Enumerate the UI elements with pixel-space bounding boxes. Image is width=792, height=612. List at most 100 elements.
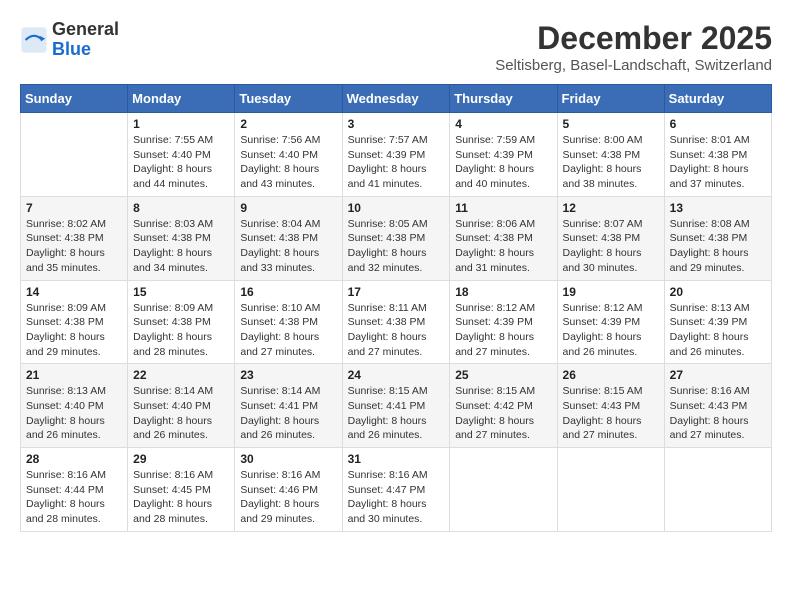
location-subtitle: Seltisberg, Basel-Landschaft, Switzerlan… xyxy=(495,57,772,74)
day-number: 24 xyxy=(348,368,445,382)
day-info: Sunrise: 8:13 AM Sunset: 4:40 PM Dayligh… xyxy=(26,384,122,443)
logo-blue: Blue xyxy=(52,39,91,59)
calendar-cell: 1 Sunrise: 7:55 AM Sunset: 4:40 PM Daylig… xyxy=(128,113,235,197)
calendar-cell: 17 Sunrise: 8:11 AM Sunset: 4:38 PM Dayli… xyxy=(342,280,450,364)
calendar-cell: 30 Sunrise: 8:16 AM Sunset: 4:46 PM Dayli… xyxy=(235,448,342,532)
day-number: 8 xyxy=(133,201,229,215)
day-info: Sunrise: 8:03 AM Sunset: 4:38 PM Dayligh… xyxy=(133,217,229,276)
day-info: Sunrise: 8:00 AM Sunset: 4:38 PM Dayligh… xyxy=(563,133,659,192)
calendar-week-4: 21 Sunrise: 8:13 AM Sunset: 4:40 PM Dayli… xyxy=(21,364,772,448)
day-number: 25 xyxy=(455,368,551,382)
day-info: Sunrise: 8:11 AM Sunset: 4:38 PM Dayligh… xyxy=(348,301,445,360)
day-info: Sunrise: 8:16 AM Sunset: 4:46 PM Dayligh… xyxy=(240,468,336,527)
weekday-header-wednesday: Wednesday xyxy=(342,85,450,113)
calendar-cell: 21 Sunrise: 8:13 AM Sunset: 4:40 PM Dayli… xyxy=(21,364,128,448)
logo-icon xyxy=(20,26,48,54)
calendar-cell xyxy=(664,448,771,532)
calendar-cell: 3Sunrise: 7:57 AM Sunset: 4:39 PM Daylig… xyxy=(342,113,450,197)
weekday-header-thursday: Thursday xyxy=(450,85,557,113)
day-number: 19 xyxy=(563,285,659,299)
calendar-cell xyxy=(21,113,128,197)
day-number: 6 xyxy=(670,117,766,131)
day-number: 22 xyxy=(133,368,229,382)
day-info: Sunrise: 8:05 AM Sunset: 4:38 PM Dayligh… xyxy=(348,217,445,276)
day-info: Sunrise: 7:59 AM Sunset: 4:39 PM Dayligh… xyxy=(455,133,551,192)
day-info: Sunrise: 8:14 AM Sunset: 4:40 PM Dayligh… xyxy=(133,384,229,443)
day-info: Sunrise: 8:06 AM Sunset: 4:38 PM Dayligh… xyxy=(455,217,551,276)
month-title: December 2025 xyxy=(495,20,772,57)
weekday-header-friday: Friday xyxy=(557,85,664,113)
calendar-cell: 10 Sunrise: 8:05 AM Sunset: 4:38 PM Dayli… xyxy=(342,196,450,280)
calendar-cell xyxy=(557,448,664,532)
page-header: General Blue December 2025 Seltisberg, B… xyxy=(20,20,772,74)
day-info: Sunrise: 8:15 AM Sunset: 4:41 PM Dayligh… xyxy=(348,384,445,443)
calendar-cell: 22 Sunrise: 8:14 AM Sunset: 4:40 PM Dayli… xyxy=(128,364,235,448)
day-number: 15 xyxy=(133,285,229,299)
calendar-cell: 4 Sunrise: 7:59 AM Sunset: 4:39 PM Daylig… xyxy=(450,113,557,197)
calendar-cell: 20 Sunrise: 8:13 AM Sunset: 4:39 PM Dayli… xyxy=(664,280,771,364)
day-number: 10 xyxy=(348,201,445,215)
day-info: Sunrise: 7:56 AM Sunset: 4:40 PM Dayligh… xyxy=(240,133,336,192)
day-info: Sunrise: 8:04 AM Sunset: 4:38 PM Dayligh… xyxy=(240,217,336,276)
calendar-cell: 9 Sunrise: 8:04 AM Sunset: 4:38 PM Daylig… xyxy=(235,196,342,280)
calendar-body: 1 Sunrise: 7:55 AM Sunset: 4:40 PM Daylig… xyxy=(21,113,772,532)
calendar-cell: 13 Sunrise: 8:08 AM Sunset: 4:38 PM Dayli… xyxy=(664,196,771,280)
day-number: 3 xyxy=(348,117,445,131)
day-number: 4 xyxy=(455,117,551,131)
weekday-header-saturday: Saturday xyxy=(664,85,771,113)
day-number: 9 xyxy=(240,201,336,215)
day-info: Sunrise: 8:16 AM Sunset: 4:44 PM Dayligh… xyxy=(26,468,122,527)
weekday-header-tuesday: Tuesday xyxy=(235,85,342,113)
day-number: 12 xyxy=(563,201,659,215)
day-info: Sunrise: 8:16 AM Sunset: 4:47 PM Dayligh… xyxy=(348,468,445,527)
day-info: Sunrise: 8:15 AM Sunset: 4:42 PM Dayligh… xyxy=(455,384,551,443)
day-number: 20 xyxy=(670,285,766,299)
calendar-cell: 31 Sunrise: 8:16 AM Sunset: 4:47 PM Dayli… xyxy=(342,448,450,532)
calendar-cell: 6 Sunrise: 8:01 AM Sunset: 4:38 PM Daylig… xyxy=(664,113,771,197)
day-info: Sunrise: 8:14 AM Sunset: 4:41 PM Dayligh… xyxy=(240,384,336,443)
day-number: 21 xyxy=(26,368,122,382)
day-info: Sunrise: 8:07 AM Sunset: 4:38 PM Dayligh… xyxy=(563,217,659,276)
day-info: Sunrise: 8:09 AM Sunset: 4:38 PM Dayligh… xyxy=(133,301,229,360)
day-number: 7 xyxy=(26,201,122,215)
title-block: December 2025 Seltisberg, Basel-Landscha… xyxy=(495,20,772,74)
day-number: 5 xyxy=(563,117,659,131)
day-number: 17 xyxy=(348,285,445,299)
day-number: 27 xyxy=(670,368,766,382)
day-number: 16 xyxy=(240,285,336,299)
day-number: 13 xyxy=(670,201,766,215)
day-number: 1 xyxy=(133,117,229,131)
calendar-cell: 24 Sunrise: 8:15 AM Sunset: 4:41 PM Dayli… xyxy=(342,364,450,448)
day-number: 14 xyxy=(26,285,122,299)
calendar-cell: 27 Sunrise: 8:16 AM Sunset: 4:43 PM Dayli… xyxy=(664,364,771,448)
day-number: 31 xyxy=(348,452,445,466)
logo-text: General Blue xyxy=(52,20,119,60)
calendar-cell: 26Sunrise: 8:15 AM Sunset: 4:43 PM Dayli… xyxy=(557,364,664,448)
calendar-cell: 29Sunrise: 8:16 AM Sunset: 4:45 PM Dayli… xyxy=(128,448,235,532)
day-number: 30 xyxy=(240,452,336,466)
calendar-cell: 19 Sunrise: 8:12 AM Sunset: 4:39 PM Dayli… xyxy=(557,280,664,364)
day-number: 28 xyxy=(26,452,122,466)
day-info: Sunrise: 8:09 AM Sunset: 4:38 PM Dayligh… xyxy=(26,301,122,360)
calendar-cell: 23 Sunrise: 8:14 AM Sunset: 4:41 PM Dayli… xyxy=(235,364,342,448)
calendar-cell: 14 Sunrise: 8:09 AM Sunset: 4:38 PM Dayli… xyxy=(21,280,128,364)
weekday-row: SundayMondayTuesdayWednesdayThursdayFrid… xyxy=(21,85,772,113)
day-info: Sunrise: 8:13 AM Sunset: 4:39 PM Dayligh… xyxy=(670,301,766,360)
calendar-cell xyxy=(450,448,557,532)
calendar-cell: 15 Sunrise: 8:09 AM Sunset: 4:38 PM Dayli… xyxy=(128,280,235,364)
weekday-header-monday: Monday xyxy=(128,85,235,113)
day-info: Sunrise: 8:08 AM Sunset: 4:38 PM Dayligh… xyxy=(670,217,766,276)
day-info: Sunrise: 8:12 AM Sunset: 4:39 PM Dayligh… xyxy=(563,301,659,360)
day-info: Sunrise: 7:55 AM Sunset: 4:40 PM Dayligh… xyxy=(133,133,229,192)
calendar-cell: 11Sunrise: 8:06 AM Sunset: 4:38 PM Dayli… xyxy=(450,196,557,280)
day-info: Sunrise: 8:16 AM Sunset: 4:43 PM Dayligh… xyxy=(670,384,766,443)
calendar-cell: 25 Sunrise: 8:15 AM Sunset: 4:42 PM Dayli… xyxy=(450,364,557,448)
day-info: Sunrise: 8:01 AM Sunset: 4:38 PM Dayligh… xyxy=(670,133,766,192)
day-number: 2 xyxy=(240,117,336,131)
day-info: Sunrise: 8:10 AM Sunset: 4:38 PM Dayligh… xyxy=(240,301,336,360)
calendar-week-3: 14 Sunrise: 8:09 AM Sunset: 4:38 PM Dayli… xyxy=(21,280,772,364)
day-info: Sunrise: 8:16 AM Sunset: 4:45 PM Dayligh… xyxy=(133,468,229,527)
day-info: Sunrise: 8:02 AM Sunset: 4:38 PM Dayligh… xyxy=(26,217,122,276)
calendar-week-2: 7 Sunrise: 8:02 AM Sunset: 4:38 PM Daylig… xyxy=(21,196,772,280)
day-number: 23 xyxy=(240,368,336,382)
